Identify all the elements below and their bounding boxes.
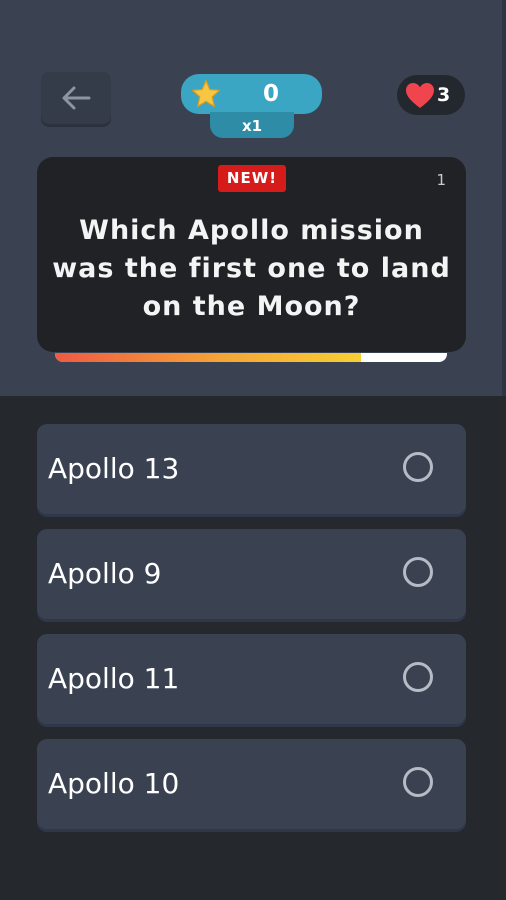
back-button[interactable] — [41, 72, 111, 124]
timer-bar — [55, 353, 447, 362]
radio-circle-icon — [403, 767, 433, 797]
radio-circle-icon — [403, 662, 433, 692]
radio-circle-icon — [403, 557, 433, 587]
answer-option-3[interactable]: Apollo 11 — [37, 634, 466, 724]
score-pill: 0 — [181, 74, 322, 114]
question-text: Which Apollo mission was the first one t… — [52, 215, 451, 322]
answer-option-1[interactable]: Apollo 13 — [37, 424, 466, 514]
answer-label: Apollo 10 — [48, 767, 180, 800]
answer-label: Apollo 9 — [48, 557, 162, 590]
answer-label: Apollo 11 — [48, 662, 180, 695]
heart-icon — [406, 83, 434, 108]
question-number: 1 — [436, 171, 446, 189]
star-icon — [191, 79, 221, 108]
score-multiplier: x1 — [210, 112, 294, 138]
score-value: 0 — [262, 81, 279, 107]
answer-option-4[interactable]: Apollo 10 — [37, 739, 466, 829]
new-badge: NEW! — [218, 165, 286, 192]
answer-label: Apollo 13 — [48, 452, 180, 485]
timer-fill — [55, 353, 361, 362]
radio-circle-icon — [403, 452, 433, 482]
lives-badge: 3 — [397, 75, 465, 115]
arrow-left-icon — [62, 86, 91, 110]
lives-count: 3 — [437, 84, 451, 106]
answer-option-2[interactable]: Apollo 9 — [37, 529, 466, 619]
question-card: NEW! 1 Which Apollo mission was the firs… — [37, 157, 466, 352]
panel-edge — [502, 0, 506, 396]
